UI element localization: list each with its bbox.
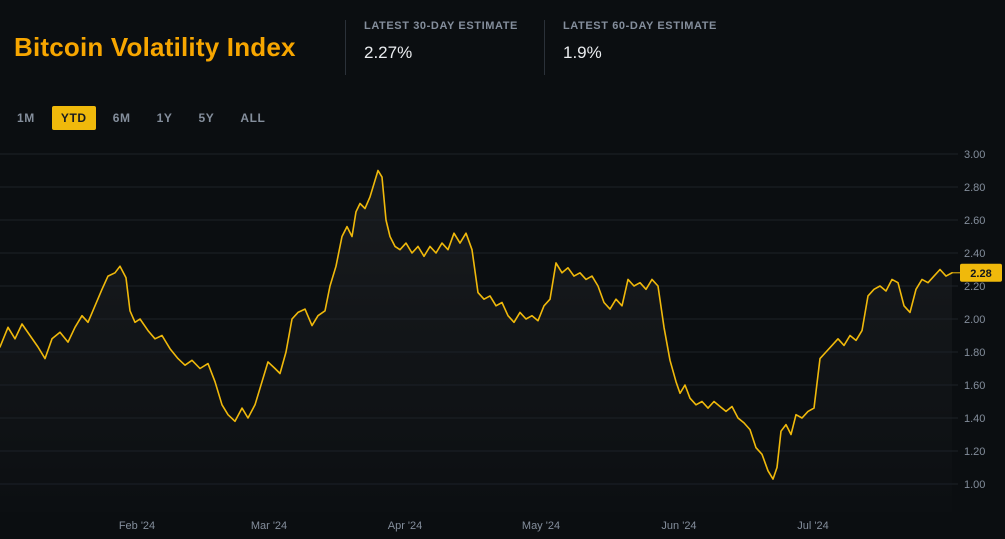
x-axis-label: May '24 (522, 520, 560, 532)
x-axis-label: Apr '24 (388, 520, 423, 532)
title-wrap: Bitcoin Volatility Index (0, 0, 345, 95)
page-title: Bitcoin Volatility Index (14, 32, 296, 63)
y-axis-label: 2.40 (964, 248, 985, 260)
tab-1m[interactable]: 1M (8, 106, 44, 130)
area-fill (0, 171, 952, 513)
stat-30-day: LATEST 30-DAY ESTIMATE 2.27% (346, 0, 544, 95)
y-axis-label: 1.60 (964, 380, 985, 392)
current-value-label: 2.28 (970, 268, 991, 280)
stat-60-day-label: LATEST 60-DAY ESTIMATE (563, 20, 717, 32)
x-axis-label: Jul '24 (797, 520, 828, 532)
tab-1y[interactable]: 1Y (148, 106, 182, 130)
y-axis-label: 2.80 (964, 182, 985, 194)
tab-6m[interactable]: 6M (104, 106, 140, 130)
y-axis-label: 1.40 (964, 413, 985, 425)
header: Bitcoin Volatility Index LATEST 30-DAY E… (0, 0, 1005, 95)
stat-30-day-value: 2.27% (364, 43, 518, 63)
y-axis-label: 2.20 (964, 281, 985, 293)
tab-5y[interactable]: 5Y (189, 106, 223, 130)
y-axis-label: 2.00 (964, 314, 985, 326)
stat-60-day-value: 1.9% (563, 43, 717, 63)
y-axis-label: 1.80 (964, 347, 985, 359)
volatility-chart[interactable]: 3.00 2.80 2.60 2.40 2.20 2.00 1.80 1.60 1.40 1.20… (0, 137, 1005, 539)
volatility-chart-svg[interactable]: 3.00 2.80 2.60 2.40 2.20 2.00 1.80 1.60 1.40 1.20… (0, 137, 1005, 539)
y-axis-label: 1.00 (964, 479, 985, 491)
x-axis-label: Mar '24 (251, 520, 287, 532)
range-tabs: 1M YTD 6M 1Y 5Y ALL (0, 95, 1005, 135)
x-axis-label: Feb '24 (119, 520, 155, 532)
y-axis-label: 1.20 (964, 446, 985, 458)
tab-ytd[interactable]: YTD (52, 106, 96, 130)
y-axis-label: 3.00 (964, 149, 985, 161)
x-axis-label: Jun '24 (661, 520, 696, 532)
stat-30-day-label: LATEST 30-DAY ESTIMATE (364, 20, 518, 32)
tab-all[interactable]: ALL (231, 106, 274, 130)
y-axis-label: 2.60 (964, 215, 985, 227)
stat-60-day: LATEST 60-DAY ESTIMATE 1.9% (545, 0, 743, 95)
